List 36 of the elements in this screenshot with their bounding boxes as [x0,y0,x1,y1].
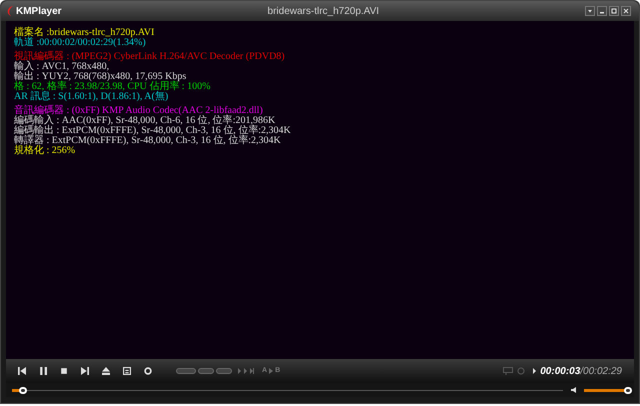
close-icon[interactable] [621,6,631,16]
maximize-icon[interactable] [609,6,619,16]
speaker-icon[interactable] [571,387,576,393]
mode-badge[interactable] [216,368,232,374]
volume-thumb[interactable] [624,386,632,394]
dropdown-icon[interactable] [585,6,595,16]
info-line: 音訊編碼器 : (0xFF) KMP Audio Codec(AAC 2-libfaad2.dll) [14,106,264,116]
stop-icon[interactable] [60,367,68,375]
previous-icon[interactable] [18,367,26,375]
pause-icon[interactable] [39,367,47,375]
mode-badge[interactable] [176,368,196,374]
info-line: 輸入 : AVC1, 768x480, [14,62,110,72]
total-time: /00:02:29 [580,364,622,378]
logo-icon [5,5,15,17]
info-line: 視訊編碼器 : (MPEG2) CyberLink H.264/AVC Decoder (PDVD8) [14,52,286,62]
info-line: 轉譯器 : ExtPCM(0xFFFE), Sr-48,000, Ch-3, 16 位, 位率:2,304K [14,136,282,146]
info-line: 編碼輸入 : AAC(0xFF), Sr-48,000, Ch-6, 16 位, 位率:201,986K [14,116,276,126]
eject-icon[interactable] [102,367,110,375]
info-line: 輸出 : YUY2, 768(768)x480, 17,695 Kbps [14,72,188,82]
seek-thumb[interactable] [19,386,28,394]
mode-badge[interactable] [198,368,214,374]
info-line: 規格化 : 256% [14,146,76,156]
info-line: 軌道 :00:00:02/00:02:29(1.34%) [14,38,146,48]
play-icon [533,368,536,374]
current-time: 00:00:03 [540,364,580,378]
minimize-icon[interactable] [597,6,607,16]
speed-icon[interactable] [238,368,256,374]
info-line: 編碼輸出 : ExtPCM(0xFFFE), Sr-48,000, Ch-3, 16 位, 位率:2,304K [14,126,292,136]
info-line: AR 訊息 : S(1.60:1), D(1.86:1), A(無) [14,92,170,102]
info-line: 檔案名 :bridewars-tlrc_h720p.AVI [14,28,156,38]
playlist-icon[interactable] [123,367,131,375]
app-name: KMPlayer [16,4,62,18]
window-title: bridewars-tlrc_h720p.AVI [266,4,380,18]
next-icon[interactable] [81,367,89,375]
info-line: 格 : 62, 格率 : 23.98/23.98, CPU 佔用率 : 100% [14,82,212,92]
play-icon [269,368,274,374]
